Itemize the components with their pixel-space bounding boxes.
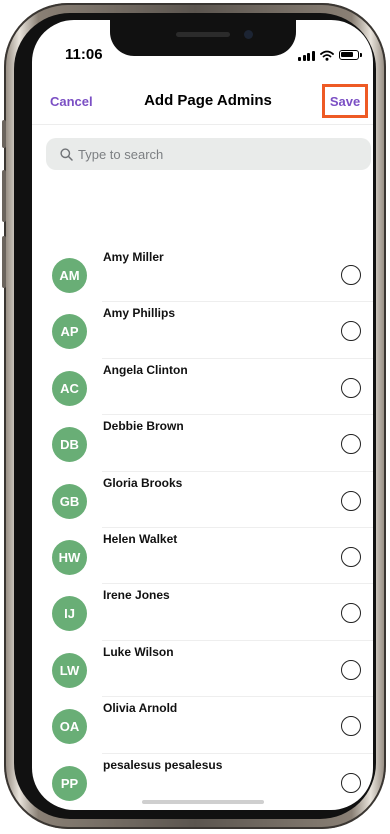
header-divider (32, 124, 373, 125)
list-item[interactable]: LW Luke Wilson (32, 641, 373, 698)
admin-name: Olivia Arnold (103, 701, 178, 716)
avatar: OA (52, 709, 87, 745)
front-camera (244, 30, 253, 39)
side-button-silent (2, 120, 6, 148)
admin-name: Gloria Brooks (103, 475, 183, 490)
select-radio-icon[interactable] (341, 321, 361, 342)
admin-name: Helen Walket (103, 531, 178, 546)
select-radio-icon[interactable] (341, 434, 361, 455)
avatar: LW (52, 652, 87, 688)
avatar: PP (52, 765, 87, 801)
status-time: 11:06 (65, 46, 103, 63)
list-item[interactable]: AC Angela Clinton (32, 359, 373, 416)
home-indicator (142, 800, 264, 804)
avatar: GB (52, 483, 87, 519)
admin-name: Debbie Brown (103, 419, 184, 434)
list-item[interactable]: OA Olivia Arnold (32, 697, 373, 754)
battery-icon (338, 50, 362, 60)
notch (110, 20, 296, 56)
select-radio-icon[interactable] (341, 659, 361, 680)
list-item[interactable]: DB Debbie Brown (32, 415, 373, 472)
list-item[interactable]: AM Amy Miller (32, 246, 373, 303)
select-radio-icon[interactable] (341, 546, 361, 567)
admin-name: Luke Wilson (103, 644, 174, 659)
admin-name: Amy Phillips (103, 306, 176, 321)
admin-name: pesalesus pesalesus (103, 757, 223, 772)
admin-name: Irene Jones (103, 588, 170, 603)
avatar: HW (52, 539, 87, 575)
phone-screen: 11:06 Cancel Add Page Admins Save AM Amy… (32, 20, 373, 810)
search-input[interactable] (78, 146, 328, 162)
side-button-volume-up (2, 170, 6, 222)
select-radio-icon[interactable] (341, 716, 361, 737)
search-bar[interactable] (46, 138, 371, 170)
signal-icon (298, 50, 315, 61)
side-button-volume-down (2, 236, 6, 288)
wifi-icon (319, 50, 334, 61)
select-radio-icon[interactable] (341, 265, 361, 285)
list-item[interactable]: AP Amy Phillips (32, 302, 373, 359)
speaker-grille (176, 32, 230, 37)
status-icons (298, 48, 362, 62)
admin-name: Amy Miller (103, 250, 164, 264)
avatar: AC (52, 370, 87, 406)
avatar: IJ (52, 596, 87, 632)
admin-list: AM Amy Miller AP Amy Phillips AC Angela … (32, 246, 373, 810)
avatar: DB (52, 427, 87, 463)
list-item[interactable]: HW Helen Walket (32, 528, 373, 585)
admin-name: Angela Clinton (103, 362, 188, 377)
select-radio-icon[interactable] (341, 377, 361, 398)
search-icon (60, 147, 73, 161)
save-button[interactable]: Save (322, 84, 368, 118)
list-item[interactable]: GB Gloria Brooks (32, 472, 373, 528)
select-radio-icon[interactable] (341, 603, 361, 624)
avatar: AP (52, 314, 87, 350)
select-radio-icon[interactable] (341, 772, 361, 793)
list-item[interactable]: IJ Irene Jones (32, 584, 373, 641)
avatar: AM (52, 258, 87, 293)
save-button-label: Save (329, 93, 361, 109)
select-radio-icon[interactable] (341, 490, 361, 511)
